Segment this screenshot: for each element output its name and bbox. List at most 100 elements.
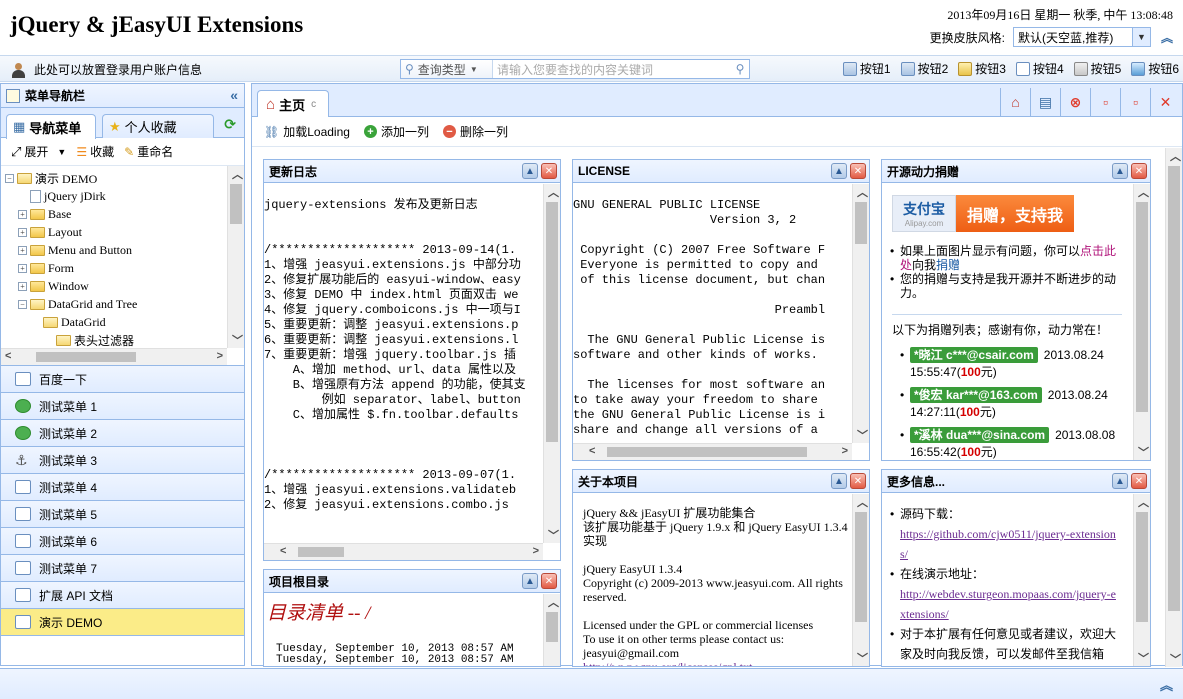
root-dir-listing: Tuesday, September 10, 2013 08:57 AM Tues… bbox=[276, 644, 514, 666]
tree-node[interactable]: + Layout bbox=[5, 223, 167, 241]
nav-menu-item[interactable]: 测试菜单 4 bbox=[1, 474, 244, 501]
toolbar-button-2[interactable]: 按钮2 bbox=[900, 60, 948, 77]
nav-menu-item[interactable]: 测试菜单 7 bbox=[1, 555, 244, 582]
collapse-icon[interactable]: ▲ bbox=[831, 473, 847, 489]
expand-footer-icon[interactable]: ︽ bbox=[1160, 675, 1173, 694]
collapse-icon[interactable]: ▲ bbox=[522, 163, 538, 179]
tree-node[interactable]: + Base bbox=[5, 205, 167, 223]
vertical-scrollbar[interactable]: ︿ ﹀ bbox=[852, 494, 869, 666]
expand-plus-icon[interactable]: + bbox=[18, 227, 27, 237]
close-icon[interactable]: ✕ bbox=[1131, 473, 1147, 489]
panel-title: LICENSE bbox=[578, 164, 631, 178]
vertical-scrollbar[interactable]: ︿ ﹀ bbox=[543, 184, 560, 543]
donor-date: 2013.08.08 bbox=[1055, 428, 1116, 442]
close-current-icon[interactable]: ⊗ bbox=[1060, 88, 1090, 116]
more-info-link[interactable]: http://webdev.sturgeon.mopaas.com/jquery… bbox=[900, 584, 1120, 624]
nav-menu-item[interactable]: 百度一下 bbox=[1, 366, 244, 393]
panel-header: 项目根目录 ▲ ✕ bbox=[264, 570, 560, 593]
tab-home[interactable]: ⌂ 主页 c bbox=[257, 90, 329, 117]
refresh-icon[interactable]: ⟳ bbox=[224, 116, 236, 133]
toolbar-button-5[interactable]: 按钮5 bbox=[1073, 60, 1121, 77]
collapse-icon[interactable]: ▲ bbox=[522, 573, 538, 589]
about-line: jeasyui@gmail.com bbox=[583, 646, 680, 660]
tab-nav-menu[interactable]: ▦ 导航菜单 bbox=[6, 114, 96, 139]
loading-button[interactable]: ⛓ 加载Loading bbox=[264, 123, 350, 140]
close-icon[interactable]: ✕ bbox=[850, 473, 866, 489]
search-icon[interactable]: ⚲ bbox=[731, 62, 749, 76]
text-line: The GNU General Public License is bbox=[573, 333, 826, 347]
collapse-icon[interactable]: ▲ bbox=[831, 163, 847, 179]
tree-node[interactable]: 表头过滤器 bbox=[5, 331, 167, 349]
expand-plus-icon[interactable]: + bbox=[18, 281, 27, 291]
close-left-icon[interactable]: ▫ bbox=[1090, 88, 1120, 116]
main-vertical-scrollbar[interactable]: ︿ ﹀ bbox=[1165, 148, 1182, 667]
expand-plus-icon[interactable]: + bbox=[18, 209, 27, 219]
nav-menu-item[interactable]: 测试菜单 5 bbox=[1, 501, 244, 528]
nav-menu-item[interactable]: 测试菜单 2 bbox=[1, 420, 244, 447]
expand-plus-icon[interactable]: + bbox=[18, 245, 27, 255]
close-icon[interactable]: ✕ bbox=[541, 163, 557, 179]
nav-menu-item[interactable]: 扩展 API 文档 bbox=[1, 582, 244, 609]
close-icon[interactable]: ✕ bbox=[1131, 163, 1147, 179]
add-column-button[interactable]: + 添加一列 bbox=[363, 123, 429, 140]
collapse-left-icon[interactable]: « bbox=[230, 87, 238, 103]
tree-node[interactable]: + Window bbox=[5, 277, 167, 295]
close-all-icon[interactable]: ✕ bbox=[1150, 88, 1180, 116]
search-type-dropdown[interactable]: ⚲ 查询类型 ▼ bbox=[401, 60, 493, 78]
more-info-link[interactable]: https://github.com/cjw0511/jquery-extens… bbox=[900, 524, 1120, 564]
close-icon[interactable]: ✕ bbox=[541, 573, 557, 589]
collapse-icon[interactable]: ▲ bbox=[1112, 163, 1128, 179]
expand-plus-icon[interactable]: + bbox=[18, 263, 27, 273]
tree-node[interactable]: − DataGrid and Tree bbox=[5, 295, 167, 313]
toolbar-button-1[interactable]: 按钮1 bbox=[842, 60, 891, 77]
reload-icon[interactable]: c bbox=[311, 99, 316, 110]
tree-node[interactable]: − 演示 DEMO bbox=[5, 169, 167, 187]
home-tool-icon[interactable]: ⌂ bbox=[1000, 88, 1030, 116]
tree-node[interactable]: jQuery jDirk bbox=[5, 187, 167, 205]
tree-node[interactable]: DataGrid bbox=[5, 313, 167, 331]
changelog-text: jquery-extensions 发布及更新日志 /**************… bbox=[264, 198, 526, 513]
donate-link[interactable]: 捐赠 bbox=[936, 258, 960, 272]
remove-column-button[interactable]: − 删除一列 bbox=[442, 123, 508, 140]
gpl-link[interactable]: http://www.gnu.org/licenses/gpl.txt bbox=[583, 660, 853, 666]
theme-select[interactable]: 默认(天空蓝,推荐) ▼ bbox=[1013, 27, 1151, 47]
toolbar-button-4[interactable]: 按钮4 bbox=[1015, 60, 1064, 77]
vertical-scrollbar[interactable]: ︿ bbox=[543, 594, 560, 666]
collapse-minus-icon[interactable]: − bbox=[18, 299, 27, 309]
text-line: to take away your freedom to share bbox=[573, 393, 818, 407]
collapse-icon[interactable]: ▲ bbox=[1112, 473, 1128, 489]
chevron-down-icon[interactable]: ▼ bbox=[1132, 28, 1150, 46]
tree-vertical-scrollbar[interactable]: ︿ ﹀ bbox=[227, 166, 244, 348]
horizontal-scrollbar[interactable]: < > bbox=[264, 543, 543, 560]
donor-name-badge: *晓江 c***@csair.com bbox=[910, 347, 1038, 363]
collapse-header-icon[interactable]: ︽ bbox=[1159, 29, 1175, 45]
favorite-button[interactable]: ☰ 收藏 bbox=[76, 143, 114, 160]
alipay-donate-button[interactable]: 支付宝 Alipay.com 捐赠，支持我 bbox=[892, 195, 1074, 232]
vertical-scrollbar[interactable]: ︿ ﹀ bbox=[852, 184, 869, 443]
rename-button[interactable]: ✎ 重命名 bbox=[124, 143, 173, 160]
horizontal-scrollbar[interactable]: < > bbox=[573, 443, 852, 460]
expand-button[interactable]: ⤢ 展开 ▼ bbox=[11, 143, 66, 160]
collapse-minus-icon[interactable]: − bbox=[5, 173, 14, 183]
nav-menu-item[interactable]: 测试菜单 6 bbox=[1, 528, 244, 555]
nav-title: 菜单导航栏 bbox=[25, 89, 86, 103]
search-input[interactable]: 请输入您要查找的内容关键词 bbox=[493, 61, 731, 78]
tree-node[interactable]: + Menu and Button bbox=[5, 241, 167, 259]
vertical-scrollbar[interactable]: ︿ ﹀ bbox=[1133, 184, 1150, 460]
nav-menu-label: 测试菜单 7 bbox=[39, 561, 98, 576]
toolbar-button-6[interactable]: 按钮6 bbox=[1131, 60, 1179, 77]
tree-node[interactable]: + Form bbox=[5, 259, 167, 277]
tree-horizontal-scrollbar[interactable]: < > bbox=[1, 348, 227, 365]
nav-menu-item[interactable]: 演示 DEMO bbox=[1, 609, 244, 636]
document-icon bbox=[15, 588, 31, 602]
toolbar-button-3[interactable]: 按钮3 bbox=[958, 60, 1006, 77]
vertical-scrollbar[interactable]: ︿ ﹀ bbox=[1133, 494, 1150, 666]
nav-menu-item[interactable]: ⚓ 测试菜单 3 bbox=[1, 447, 244, 474]
calculator-icon[interactable]: ▤ bbox=[1030, 88, 1060, 116]
close-icon[interactable]: ✕ bbox=[850, 163, 866, 179]
main-content: ⌂ 主页 c ⌂ ▤ ⊗ ▫ ▫ ✕ ⛓ 加载Loading + 添加一列 − 删除一… bbox=[251, 83, 1183, 667]
main-tabs: ⌂ 主页 c ⌂ ▤ ⊗ ▫ ▫ ✕ bbox=[252, 84, 1182, 117]
tab-favorites[interactable]: ★ 个人收藏 bbox=[102, 114, 214, 138]
nav-menu-item[interactable]: 测试菜单 1 bbox=[1, 393, 244, 420]
close-others-icon[interactable]: ▫ bbox=[1120, 88, 1150, 116]
